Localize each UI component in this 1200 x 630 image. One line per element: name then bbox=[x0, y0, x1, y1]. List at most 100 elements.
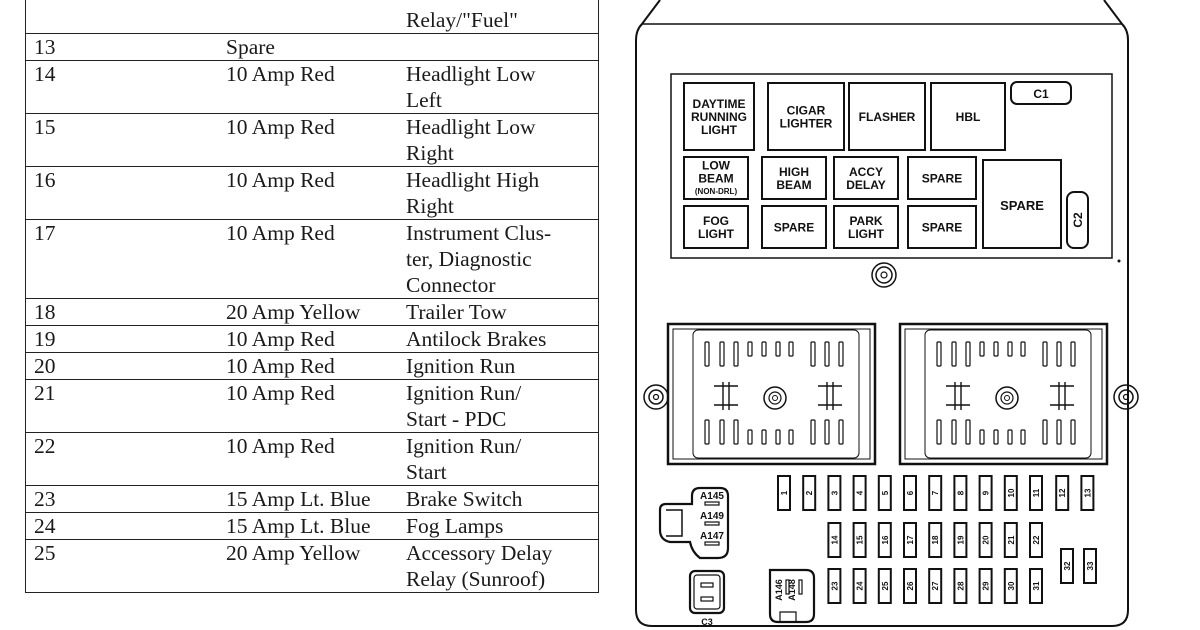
fuse-number: 15 bbox=[856, 535, 865, 544]
fuse-cell: 10 Amp Red bbox=[222, 219, 406, 299]
terminal-slot bbox=[993, 341, 999, 357]
description-line: Antilock Brakes bbox=[406, 327, 547, 351]
description-cell: Fog Lamps bbox=[406, 512, 599, 540]
description-line: Headlight Low bbox=[406, 115, 536, 139]
terminal-slot bbox=[1070, 341, 1076, 367]
description-cell: Brake Switch bbox=[406, 485, 599, 513]
description-line: Relay (Sunroof) bbox=[406, 567, 546, 591]
description-line: Brake Switch bbox=[406, 487, 523, 511]
table-row: 16 10 Amp Red Headlight High Right bbox=[25, 166, 599, 220]
fuse-number: 7 bbox=[931, 490, 940, 495]
fuse-number: 2 bbox=[805, 490, 814, 495]
connector-block-right[interactable] bbox=[898, 322, 1109, 466]
relay-label: LIGHT bbox=[698, 227, 735, 241]
table-row: 19 10 Amp Red Antilock Brakes bbox=[25, 325, 599, 353]
fuse-number: 32 bbox=[1063, 561, 1072, 570]
fuse-number: 1 bbox=[780, 490, 789, 495]
description-line: Start bbox=[406, 460, 447, 484]
circuit-breaker-label: A145 bbox=[700, 491, 724, 502]
fuse-number: 23 bbox=[830, 581, 839, 590]
relay-label: FLASHER bbox=[859, 110, 916, 124]
description-cell: Trailer Tow bbox=[406, 298, 599, 326]
cavity-cell: 23 bbox=[25, 485, 222, 513]
description-line bbox=[406, 34, 598, 60]
terminal-slot bbox=[1020, 341, 1026, 357]
description-cell: Antilock Brakes bbox=[406, 325, 599, 353]
fuse-cell: 20 Amp Yellow bbox=[222, 298, 406, 326]
description-line: Instrument Clus- bbox=[406, 221, 552, 245]
block-screw-icon bbox=[763, 386, 787, 410]
fuse-cell: 10 Amp Red bbox=[222, 352, 406, 380]
table-row: 25 20 Amp Yellow Accessory Delay Relay (Sun… bbox=[25, 539, 599, 593]
relay-label: SPARE bbox=[922, 171, 962, 185]
circuit-breaker-slot[interactable] bbox=[798, 579, 803, 595]
relay-label: LIGHT bbox=[848, 227, 885, 241]
connector-c1-label: C1 bbox=[1033, 87, 1049, 101]
terminal-slot bbox=[838, 419, 844, 445]
fuse-number: 9 bbox=[982, 490, 991, 495]
terminal-slot bbox=[747, 341, 753, 357]
relay-label: LIGHT bbox=[701, 123, 738, 137]
fuse-number: 11 bbox=[1032, 488, 1041, 497]
terminal-slot bbox=[1007, 429, 1013, 445]
terminal-slot bbox=[951, 419, 957, 445]
terminal-slot bbox=[719, 341, 725, 367]
relay-label: LOW bbox=[702, 158, 731, 172]
fuse-cell: 15 Amp Lt. Blue bbox=[222, 512, 406, 540]
fuse-number: 29 bbox=[982, 581, 991, 590]
terminal-slot bbox=[775, 429, 781, 445]
description-cell: Headlight High Right bbox=[406, 166, 599, 220]
relay-label: CIGAR bbox=[787, 103, 826, 117]
relay-label: HBL bbox=[956, 110, 981, 124]
terminal-slot bbox=[838, 341, 844, 367]
connector-c3[interactable] bbox=[688, 569, 726, 615]
description-cell: Headlight Low Right bbox=[406, 113, 599, 167]
terminal-slot bbox=[993, 429, 999, 445]
table-row: 23 15 Amp Lt. Blue Brake Switch bbox=[25, 485, 599, 513]
table-row: 15 10 Amp Red Headlight Low Right bbox=[25, 113, 599, 167]
fuse-cell: 10 Amp Red bbox=[222, 60, 406, 114]
relay-label: SPARE bbox=[774, 220, 814, 234]
circuit-breaker-slot[interactable] bbox=[704, 541, 720, 546]
circuit-breaker-slot[interactable] bbox=[704, 501, 720, 506]
relay-label: PARK bbox=[849, 214, 882, 228]
terminal-slot bbox=[1020, 429, 1026, 445]
connector-c3-label: C3 bbox=[701, 617, 713, 627]
latch-icon bbox=[946, 382, 970, 410]
latch-icon bbox=[714, 382, 738, 410]
connector-block-left[interactable] bbox=[666, 322, 877, 466]
side-screw-left-icon bbox=[643, 384, 669, 410]
description-line: Accessory Delay bbox=[406, 541, 553, 565]
circuit-breaker-slot[interactable] bbox=[704, 521, 720, 526]
fuse-cell: 15 Amp Lt. Blue bbox=[222, 485, 406, 513]
mount-screw-icon bbox=[871, 262, 897, 288]
fuse-number: 21 bbox=[1007, 535, 1016, 544]
cavity-cell: 25 bbox=[25, 539, 222, 593]
relay-label: LIGHTER bbox=[780, 116, 833, 130]
description-line: Right bbox=[406, 141, 454, 165]
table-row: 14 10 Amp Red Headlight Low Left bbox=[25, 60, 599, 114]
terminal-slot bbox=[733, 341, 739, 367]
connector-c2-label: C2 bbox=[1071, 212, 1085, 228]
description-line: ter, Diagnostic bbox=[406, 247, 532, 271]
fuse-number: 22 bbox=[1032, 535, 1041, 544]
terminal-slot bbox=[936, 419, 942, 445]
terminal-slot bbox=[747, 429, 753, 445]
fuse-number: 3 bbox=[830, 490, 839, 495]
fuse-number: 19 bbox=[956, 535, 965, 544]
relay-label: BEAM bbox=[776, 178, 811, 192]
fuse-number: 33 bbox=[1086, 561, 1095, 570]
terminal-slot bbox=[824, 419, 830, 445]
relay-label: DAYTIME bbox=[693, 97, 746, 111]
description-line: Relay/"Fuel" bbox=[406, 8, 518, 32]
latch-icon bbox=[818, 382, 842, 410]
fuse-number: 13 bbox=[1083, 488, 1092, 497]
block-screw-icon bbox=[995, 386, 1019, 410]
table-row: 20 10 Amp Red Ignition Run bbox=[25, 352, 599, 380]
description-line: Fog Lamps bbox=[406, 514, 504, 538]
circuit-breaker-label: A149 bbox=[700, 511, 724, 522]
description-line: Ignition Run/ bbox=[406, 434, 522, 458]
fuse-number: 25 bbox=[881, 581, 890, 590]
fuse-cell bbox=[222, 0, 406, 34]
fuse-number: 14 bbox=[830, 535, 839, 544]
